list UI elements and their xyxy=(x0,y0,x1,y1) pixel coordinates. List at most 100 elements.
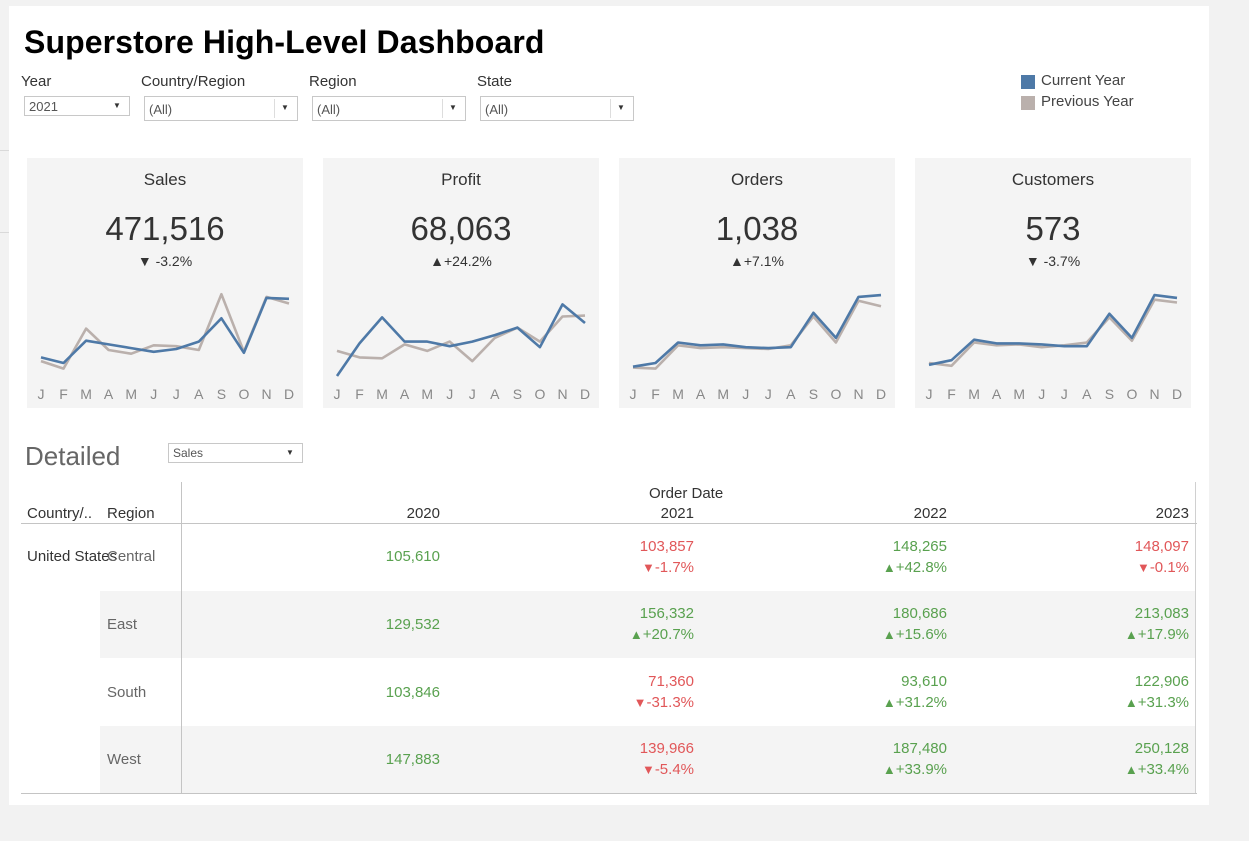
month-tick-label: A xyxy=(786,386,796,402)
sparkline-orders[interactable]: JFMAMJJASOND xyxy=(619,158,895,408)
cell-value[interactable]: 187,480 xyxy=(893,740,947,757)
region-dropdown-value: (All) xyxy=(317,102,341,117)
detailed-heading: Detailed xyxy=(25,441,121,471)
chevron-down-icon: ▼ xyxy=(617,103,625,112)
chevron-down-icon: ▼ xyxy=(281,103,289,112)
month-tick-label: A xyxy=(194,386,204,402)
cell-change: ▼-31.3% xyxy=(633,694,694,711)
month-tick-label: M xyxy=(672,386,684,402)
cell-change: ▲+33.4% xyxy=(1124,761,1189,778)
column-header-2020[interactable]: 2020 xyxy=(407,505,440,522)
month-tick-label: N xyxy=(557,386,567,402)
kpi-delta: ▲+24.2% xyxy=(430,253,492,269)
cell-value[interactable]: 180,686 xyxy=(893,605,947,622)
region-label-west: West xyxy=(107,751,141,768)
triangle-up-icon: ▲ xyxy=(1124,695,1138,710)
kpi-card-customers[interactable]: JFMAMJJASOND Customers 573 ▼ -3.7% xyxy=(915,158,1191,408)
month-tick-label: J xyxy=(446,386,453,402)
column-header-2021[interactable]: 2021 xyxy=(661,505,694,522)
cell-value[interactable]: 129,532 xyxy=(386,616,440,633)
kpi-title: Profit xyxy=(441,170,481,189)
month-tick-label: O xyxy=(1126,386,1137,402)
kpi-card-profit[interactable]: JFMAMJJASOND Profit 68,063 ▲+24.2% xyxy=(323,158,599,408)
measure-dropdown[interactable]: Sales ▼ xyxy=(168,443,303,463)
cell-value[interactable]: 213,083 xyxy=(1135,605,1189,622)
month-tick-label: A xyxy=(104,386,114,402)
month-tick-label: J xyxy=(469,386,476,402)
triangle-up-icon: ▲ xyxy=(882,627,896,642)
month-tick-label: F xyxy=(947,386,956,402)
legend-label-previous: Previous Year xyxy=(1041,93,1134,110)
filter-label-year: Year xyxy=(21,73,52,90)
month-tick-label: A xyxy=(490,386,500,402)
kpi-card-orders[interactable]: JFMAMJJASOND Orders 1,038 ▲+7.1% xyxy=(619,158,895,408)
cell-value[interactable]: 93,610 xyxy=(901,673,947,690)
state-dropdown[interactable]: (All) ▼ xyxy=(480,96,634,121)
sparkline-profit[interactable]: JFMAMJJASOND xyxy=(323,158,599,408)
chevron-down-icon: ▼ xyxy=(113,101,121,110)
triangle-up-icon: ▲ xyxy=(730,253,744,269)
month-tick-label: N xyxy=(261,386,271,402)
series-line-previous-year[interactable] xyxy=(336,314,586,363)
triangle-up-icon: ▲ xyxy=(430,253,444,269)
cell-change: ▲+42.8% xyxy=(882,559,947,576)
kpi-card-sales[interactable]: JFMAMJJASOND Sales 471,516 ▼ -3.2% xyxy=(27,158,303,408)
cell-value[interactable]: 139,966 xyxy=(640,740,694,757)
detailed-table: Order Date Country/.. Region 2020 2021 2… xyxy=(21,482,1197,794)
cell-value[interactable]: 103,846 xyxy=(386,684,440,701)
month-tick-label: F xyxy=(651,386,660,402)
series-line-current-year[interactable] xyxy=(40,296,290,365)
state-dropdown-value: (All) xyxy=(485,102,509,117)
cell-change: ▲+15.6% xyxy=(882,626,947,643)
series-line-previous-year[interactable] xyxy=(928,298,1178,368)
month-tick-label: J xyxy=(742,386,749,402)
month-tick-label: F xyxy=(355,386,364,402)
cell-value[interactable]: 105,610 xyxy=(386,548,440,565)
series-line-current-year[interactable] xyxy=(335,303,586,377)
year-dropdown[interactable]: 2021 ▼ xyxy=(24,96,130,116)
column-header-region[interactable]: Region xyxy=(107,505,155,522)
cell-change: ▲+17.9% xyxy=(1124,626,1189,643)
cell-value[interactable]: 148,097 xyxy=(1135,538,1189,555)
cell-value[interactable]: 71,360 xyxy=(648,673,694,690)
month-tick-label: M xyxy=(80,386,92,402)
order-date-header: Order Date xyxy=(649,485,724,502)
country-dropdown[interactable]: (All) ▼ xyxy=(144,96,298,121)
month-tick-label: M xyxy=(1013,386,1025,402)
series-line-current-year[interactable] xyxy=(632,293,882,368)
column-header-2022[interactable]: 2022 xyxy=(914,505,947,522)
triangle-up-icon: ▲ xyxy=(629,627,643,642)
cell-change: ▲+31.3% xyxy=(1124,694,1189,711)
series-line-previous-year[interactable] xyxy=(632,299,882,370)
cell-value[interactable]: 250,128 xyxy=(1135,740,1189,757)
kpi-title: Customers xyxy=(1011,170,1095,189)
series-line-current-year[interactable] xyxy=(928,293,1178,367)
cell-value[interactable]: 103,857 xyxy=(640,538,694,555)
month-tick-label: J xyxy=(173,386,180,402)
month-tick-label: J xyxy=(150,386,157,402)
region-dropdown[interactable]: (All) ▼ xyxy=(312,96,466,121)
cell-value[interactable]: 147,883 xyxy=(386,751,440,768)
cell-value[interactable]: 156,332 xyxy=(640,605,694,622)
kpi-title: Sales xyxy=(143,170,187,189)
triangle-up-icon: ▲ xyxy=(1124,627,1138,642)
cell-value[interactable]: 122,906 xyxy=(1135,673,1189,690)
column-header-2023[interactable]: 2023 xyxy=(1156,505,1189,522)
cell-value[interactable]: 148,265 xyxy=(893,538,947,555)
kpi-value: 471,516 xyxy=(105,210,225,247)
kpi-value: 1,038 xyxy=(715,210,799,247)
filter-label-region: Region xyxy=(309,73,357,90)
kpi-value: 68,063 xyxy=(410,210,512,247)
column-header-country[interactable]: Country/.. xyxy=(27,505,92,522)
triangle-down-icon: ▼ xyxy=(641,762,655,777)
month-tick-label: S xyxy=(809,386,818,402)
triangle-up-icon: ▲ xyxy=(1124,762,1138,777)
region-label-east: East xyxy=(107,616,138,633)
cell-change: ▼-0.1% xyxy=(1136,559,1189,576)
sparkline-sales[interactable]: JFMAMJJASOND xyxy=(27,158,303,408)
month-tick-label: J xyxy=(765,386,772,402)
triangle-down-icon: ▼ xyxy=(633,695,647,710)
sparkline-customers[interactable]: JFMAMJJASOND xyxy=(915,158,1191,408)
month-tick-label: M xyxy=(968,386,980,402)
month-tick-label: D xyxy=(1172,386,1182,402)
